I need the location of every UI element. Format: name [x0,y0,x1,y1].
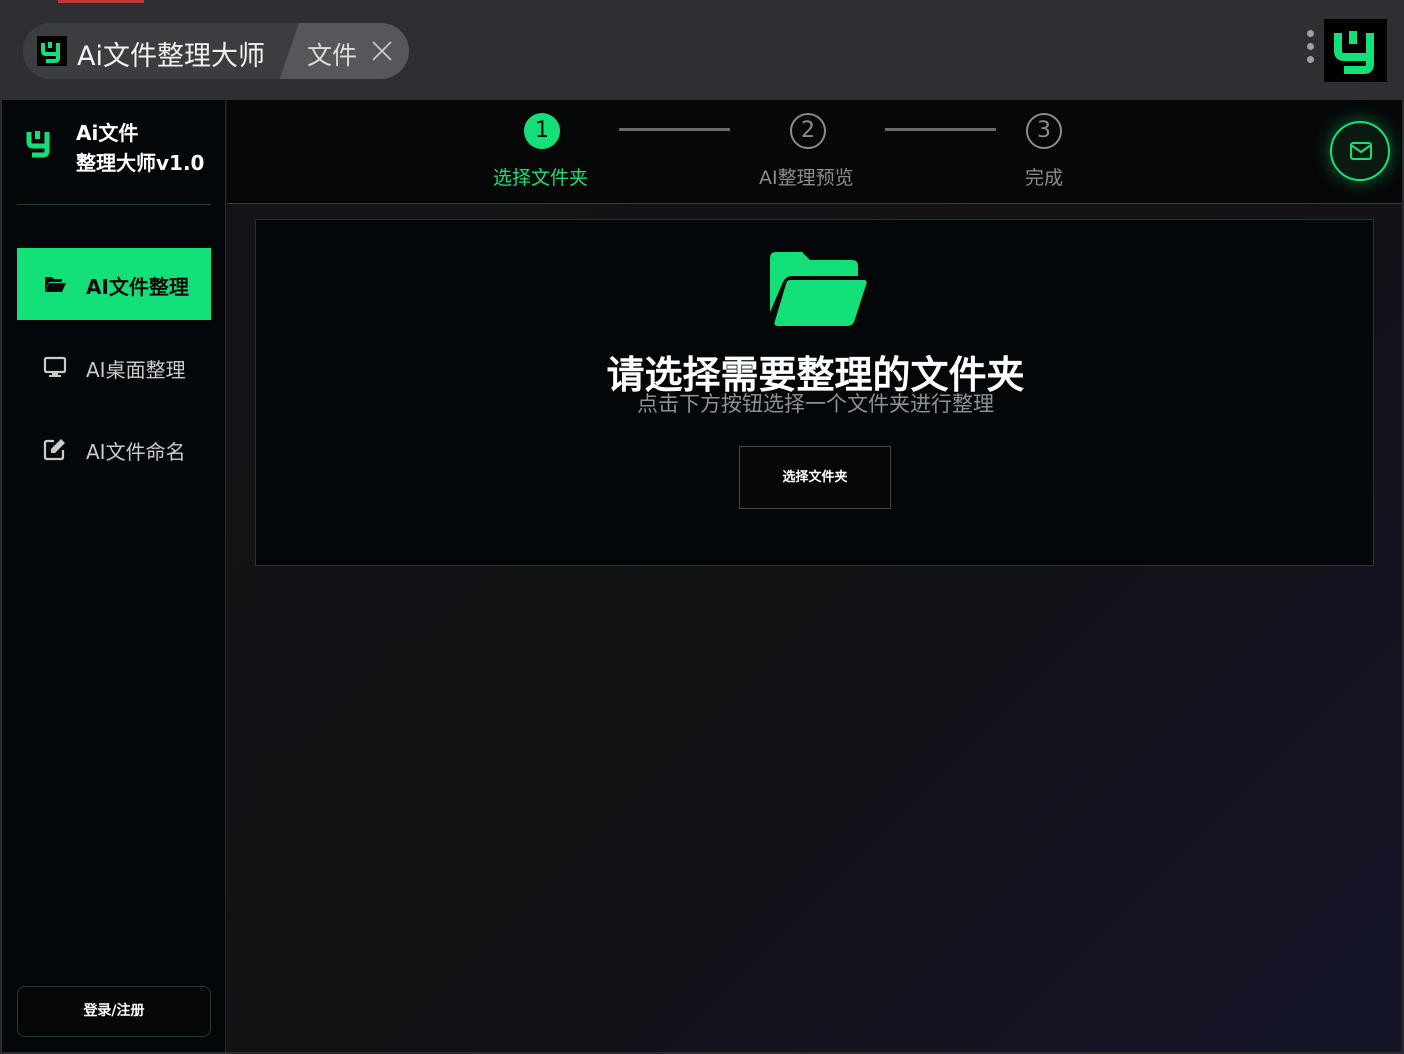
mail-icon [1350,142,1372,160]
folder-select-card: 请选择需要整理的文件夹 点击下方按钮选择一个文件夹进行整理 选择文件夹 [255,219,1374,566]
tab-strip: Ai文件整理大师 文件 [23,23,409,79]
sidebar-item-label: AI文件命名 [86,440,186,464]
divider [17,204,211,205]
step-progress-bar: 1 选择文件夹 2 AI整理预览 3 完成 [227,100,1402,204]
step-2-label: AI整理预览 [759,167,854,189]
folder-open-icon [45,277,66,292]
brand-version: 整理大师v1.0 [76,151,205,175]
desktop-icon [43,356,67,377]
step-connector [619,128,730,131]
sidebar-item-label: AI文件整理 [86,275,189,299]
sidebar: Ai文件 整理大师v1.0 AI文件整理 AI桌面整理 AI文件命名 登录/注册 [2,100,226,1052]
sidebar-item-ai-file-organize[interactable]: AI文件整理 [17,248,211,320]
login-register-button[interactable]: 登录/注册 [17,986,211,1037]
step-3-label: 完成 [1025,167,1064,189]
step-3-indicator: 3 [1026,113,1062,149]
tab-ai-file-master[interactable]: Ai文件整理大师 [23,23,299,79]
step-connector [885,128,996,131]
app-logo-icon [26,131,50,158]
sidebar-item-ai-file-rename[interactable]: AI文件命名 [17,413,211,485]
app-logo-icon [37,36,67,66]
page-subtitle: 点击下方按钮选择一个文件夹进行整理 [637,392,994,416]
step-2-indicator: 2 [790,113,826,149]
folder-open-icon [770,252,867,326]
sidebar-item-ai-desktop-organize[interactable]: AI桌面整理 [17,331,211,403]
title-bar: Ai文件整理大师 文件 [0,0,1404,100]
tab-title: Ai文件整理大师 [77,41,265,72]
step-1-label: 选择文件夹 [493,167,589,189]
brand-logo-icon [1324,19,1387,82]
mail-button[interactable] [1330,121,1390,181]
edit-icon [43,439,65,461]
step-1-indicator: 1 [524,113,560,149]
brand-name: Ai文件 [76,121,139,145]
close-icon[interactable] [371,40,393,62]
sidebar-item-label: AI桌面整理 [86,358,186,382]
window-accent-strip [58,0,144,3]
select-folder-button[interactable]: 选择文件夹 [739,446,891,509]
tab-files[interactable]: 文件 [307,36,357,72]
app-window: Ai文件 整理大师v1.0 AI文件整理 AI桌面整理 AI文件命名 登录/注册… [2,100,1402,1052]
more-options-icon[interactable] [1302,30,1318,70]
